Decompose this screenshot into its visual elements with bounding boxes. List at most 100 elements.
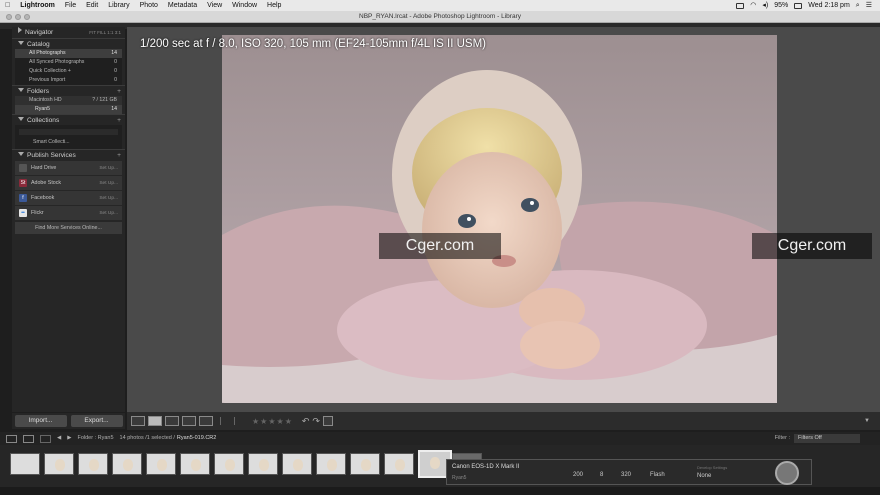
filmstrip-thumbnail[interactable] xyxy=(248,453,278,475)
catalog-row[interactable]: All Synced Photographs 0 xyxy=(15,58,122,67)
camera-model[interactable]: Canon EOS-1D X Mark II xyxy=(452,464,519,470)
row-count: 14 xyxy=(111,50,117,56)
publish-service-row[interactable]: St Adobe Stock Set Up... xyxy=(15,176,122,190)
loupe-view-icon[interactable] xyxy=(148,416,162,426)
filmstrip-thumbnail[interactable] xyxy=(112,453,142,475)
smart-collections-row[interactable]: Smart Collecti... xyxy=(15,138,122,147)
shutter-button[interactable] xyxy=(775,461,799,485)
catalog-row[interactable]: Quick Collection + 0 xyxy=(15,67,122,76)
rotate-right-icon[interactable]: ↷ xyxy=(312,416,320,427)
filmstrip-thumbnail[interactable] xyxy=(10,453,40,475)
publish-service-row[interactable]: f Facebook Set Up... xyxy=(15,191,122,205)
back-arrow-icon[interactable]: ◀ xyxy=(57,432,61,445)
tethered-capture-bar: Canon EOS-1D X Mark II Ryan5 200 8 320 F… xyxy=(446,459,812,485)
expand-icon xyxy=(18,117,24,121)
service-logo-icon: St xyxy=(19,179,27,187)
collection-filter-field[interactable] xyxy=(19,129,118,135)
apple-icon[interactable]:  xyxy=(0,0,15,11)
collections-label: Collections xyxy=(27,117,60,124)
app-menu[interactable]: Lightroom xyxy=(15,0,60,11)
thumbnail-subject xyxy=(259,459,269,471)
source-folder[interactable]: Folder : Ryan5 xyxy=(77,432,113,445)
main-window-icon[interactable] xyxy=(6,434,17,443)
volume-row[interactable]: Macintosh HD ? / 121 GB xyxy=(15,96,122,105)
loupe-toolbar: ★★★★★ ↶ ↷ ▼ xyxy=(127,412,880,430)
service-setup-button[interactable]: Set Up... xyxy=(99,196,118,201)
navigator-header[interactable]: Navigator FIT FILL 1:1 3:1 xyxy=(12,27,125,38)
survey-view-icon[interactable] xyxy=(182,416,196,426)
menu-window[interactable]: Window xyxy=(227,0,262,11)
menu-file[interactable]: File xyxy=(60,0,81,11)
main-photo[interactable] xyxy=(222,35,777,403)
grid-view-icon[interactable] xyxy=(131,416,145,426)
service-setup-button[interactable]: Set Up... xyxy=(99,166,118,171)
filmstrip-thumbnail[interactable] xyxy=(214,453,244,475)
volume-icon[interactable]: ◂) xyxy=(762,0,768,11)
star-rating-icon[interactable]: ★★★★★ xyxy=(252,417,293,426)
clock[interactable]: Wed 2:18 pm xyxy=(808,0,850,11)
zoom-options[interactable]: FIT FILL 1:1 3:1 xyxy=(89,27,121,38)
battery-percent: 95% xyxy=(774,2,789,9)
zoom-window-button[interactable] xyxy=(24,14,30,20)
menu-help[interactable]: Help xyxy=(262,0,286,11)
menu-metadata[interactable]: Metadata xyxy=(163,0,202,11)
flag-reject-icon[interactable] xyxy=(234,417,241,425)
volume-label: Macintosh HD xyxy=(29,97,62,103)
filmstrip-thumbnail[interactable] xyxy=(78,453,108,475)
grid-icon[interactable] xyxy=(40,434,51,443)
minimize-window-button[interactable] xyxy=(15,14,21,20)
filmstrip-thumbnail[interactable] xyxy=(180,453,210,475)
catalog-header[interactable]: Catalog xyxy=(12,38,125,49)
catalog-row[interactable]: All Photographs 14 xyxy=(15,49,122,58)
second-window-icon[interactable] xyxy=(23,434,34,443)
flag-pick-icon[interactable] xyxy=(220,417,227,425)
filmstrip-thumbnail[interactable] xyxy=(146,453,176,475)
forward-arrow-icon[interactable]: ▶ xyxy=(67,432,71,445)
filmstrip-thumbnail[interactable] xyxy=(282,453,312,475)
filter-select[interactable]: Filters Off xyxy=(794,434,860,443)
selected-filename[interactable]: Ryan5-019.CR2 xyxy=(177,432,216,445)
add-folder-icon[interactable]: + xyxy=(117,86,121,97)
collapse-icon xyxy=(18,27,22,33)
compare-view-icon[interactable] xyxy=(165,416,179,426)
menu-view[interactable]: View xyxy=(202,0,227,11)
display-icon[interactable] xyxy=(736,2,745,9)
people-view-icon[interactable] xyxy=(199,416,213,426)
filmstrip-thumbnail[interactable] xyxy=(44,453,74,475)
toolbar-menu-icon[interactable]: ▼ xyxy=(864,418,870,424)
filmstrip-thumbnail[interactable] xyxy=(384,453,414,475)
row-label: All Photographs xyxy=(29,50,66,56)
folders-header[interactable]: Folders + xyxy=(12,85,125,96)
publish-header[interactable]: Publish Services + xyxy=(12,149,125,160)
bottom-panel-toggle[interactable] xyxy=(0,487,880,495)
mac-menubar:  Lightroom File Edit Library Photo Meta… xyxy=(0,0,880,11)
service-setup-button[interactable]: Set Up... xyxy=(99,211,118,216)
publish-label: Publish Services xyxy=(27,152,76,159)
battery-icon[interactable] xyxy=(794,2,803,9)
rotate-left-icon[interactable]: ↶ xyxy=(302,416,310,427)
publish-service-row[interactable]: Hard Drive Set Up... xyxy=(15,161,122,175)
collections-list: Smart Collecti... xyxy=(15,125,122,149)
add-collection-icon[interactable]: + xyxy=(117,115,121,126)
folder-row[interactable]: Ryan5 14 xyxy=(15,105,122,114)
menu-photo[interactable]: Photo xyxy=(135,0,163,11)
wifi-icon[interactable]: ◠ xyxy=(750,0,756,11)
thumbnail-subject xyxy=(361,459,371,471)
crop-overlay-icon[interactable] xyxy=(322,416,333,426)
catalog-row[interactable]: Previous Import 0 xyxy=(15,76,122,85)
spotlight-icon[interactable]: ⌕ xyxy=(856,0,860,11)
service-setup-button[interactable]: Set Up... xyxy=(99,181,118,186)
menu-library[interactable]: Library xyxy=(103,0,134,11)
export-button[interactable]: Export... xyxy=(70,415,123,427)
menu-edit[interactable]: Edit xyxy=(81,0,103,11)
filmstrip-thumbnail[interactable] xyxy=(350,453,380,475)
develop-settings-select[interactable]: None xyxy=(697,473,711,479)
filmstrip-thumbnail[interactable] xyxy=(316,453,346,475)
import-button[interactable]: Import... xyxy=(14,415,67,427)
find-more-services-button[interactable]: Find More Services Online... xyxy=(15,222,122,234)
notification-icon[interactable]: ☰ xyxy=(866,0,872,11)
collections-header[interactable]: Collections + xyxy=(12,114,125,125)
close-window-button[interactable] xyxy=(6,14,12,20)
publish-service-row[interactable]: •• Flickr Set Up... xyxy=(15,206,122,220)
add-publish-icon[interactable]: + xyxy=(117,150,121,161)
